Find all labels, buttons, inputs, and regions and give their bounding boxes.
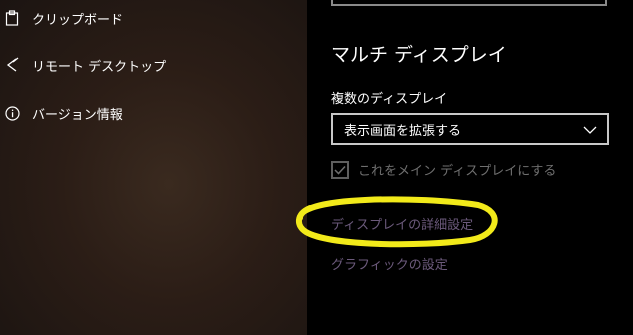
multiple-displays-label: 複数のディスプレイ [331,92,448,107]
settings-content: マルチ ディスプレイ 複数のディスプレイ 表示画面を拡張する これをメイン ディ… [307,0,633,335]
graphics-settings-link[interactable]: グラフィックの設定 [331,254,448,273]
settings-sidebar: クリップボード リモート デスクトップ バージョン情報 [0,0,307,335]
chevron-down-icon [583,120,597,139]
sidebar-item-remote-desktop[interactable]: リモート デスクトップ [0,47,307,83]
main-display-checkbox[interactable] [331,160,349,179]
info-icon [4,105,20,121]
previous-control-box[interactable] [331,0,607,6]
section-title: マルチ ディスプレイ [331,44,507,66]
sidebar-item-label: バージョン情報 [32,107,123,123]
clipboard-icon [4,10,20,26]
sidebar-item-label: クリップボード [32,12,124,28]
remote-desktop-icon [4,57,20,73]
main-display-checkbox-row[interactable]: これをメイン ディスプレイにする [331,160,556,179]
multiple-displays-dropdown[interactable]: 表示画面を拡張する [331,113,609,145]
sidebar-item-about[interactable]: バージョン情報 [0,95,307,131]
sidebar-item-clipboard[interactable]: クリップボード [0,0,307,36]
sidebar-item-label: リモート デスクトップ [32,59,167,75]
dropdown-value: 表示画面を拡張する [344,123,462,139]
advanced-display-settings-link[interactable]: ディスプレイの詳細設定 [331,214,473,233]
main-display-checkbox-label: これをメイン ディスプレイにする [358,164,557,179]
